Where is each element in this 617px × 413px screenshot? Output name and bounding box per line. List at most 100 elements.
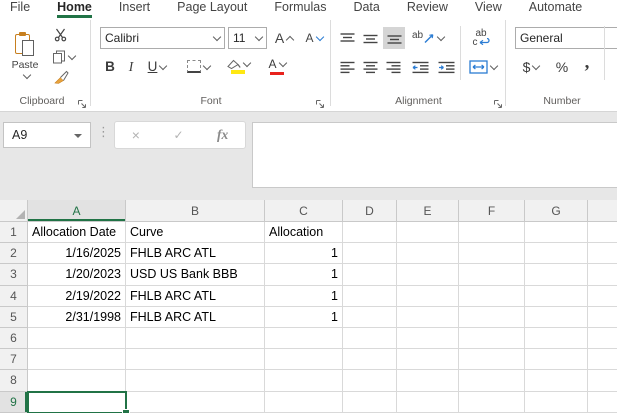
cell[interactable] xyxy=(397,349,459,371)
cell[interactable] xyxy=(588,222,617,244)
cell[interactable] xyxy=(343,391,397,413)
column-header-A[interactable]: A xyxy=(28,200,126,222)
enter-icon[interactable]: ✓ xyxy=(173,128,183,142)
cell[interactable] xyxy=(459,222,525,244)
cell-A5[interactable]: 2/31/1998 xyxy=(28,306,126,328)
accounting-format-button[interactable]: $ xyxy=(516,56,546,78)
cell[interactable] xyxy=(343,370,397,392)
cell[interactable] xyxy=(525,264,588,286)
column-header-E[interactable]: E xyxy=(397,200,459,222)
cell[interactable] xyxy=(588,328,617,350)
decrease-indent-button[interactable] xyxy=(409,56,432,78)
font-color-button[interactable]: A xyxy=(261,54,293,78)
cell[interactable] xyxy=(343,328,397,350)
align-bottom-button[interactable] xyxy=(383,27,405,49)
cell[interactable] xyxy=(525,285,588,307)
cell[interactable] xyxy=(397,328,459,350)
tab-automate[interactable]: Automate xyxy=(529,0,583,18)
column-header-C[interactable]: C xyxy=(265,200,343,222)
cell[interactable] xyxy=(588,349,617,371)
cell[interactable] xyxy=(588,391,617,413)
tab-home[interactable]: Home xyxy=(57,0,92,18)
tab-insert[interactable]: Insert xyxy=(119,0,150,18)
cell[interactable] xyxy=(397,222,459,244)
row-header-2[interactable]: 2 xyxy=(0,243,28,265)
copy-button[interactable] xyxy=(46,48,80,66)
row-header-1[interactable]: 1 xyxy=(0,222,28,244)
cell-B3[interactable]: USD US Bank BBB xyxy=(126,264,265,286)
cell[interactable] xyxy=(525,243,588,265)
cell[interactable] xyxy=(459,306,525,328)
cell-B4[interactable]: FHLB ARC ATL xyxy=(126,285,265,307)
cell[interactable] xyxy=(28,349,126,371)
format-painter-button[interactable] xyxy=(48,68,74,86)
cell[interactable] xyxy=(459,264,525,286)
borders-button[interactable] xyxy=(182,56,214,77)
cell-A3[interactable]: 1/20/2023 xyxy=(28,264,126,286)
font-name-combo[interactable]: Calibri xyxy=(100,27,225,49)
cell[interactable] xyxy=(459,243,525,265)
fill-color-button[interactable] xyxy=(222,54,254,78)
row-header-8[interactable]: 8 xyxy=(0,370,28,392)
cell[interactable] xyxy=(525,349,588,371)
cell[interactable] xyxy=(459,370,525,392)
cell-A2[interactable]: 1/16/2025 xyxy=(28,243,126,265)
percent-style-button[interactable]: % xyxy=(551,56,573,78)
cell-C1[interactable]: Allocation xyxy=(265,222,343,244)
column-header-G[interactable]: G xyxy=(525,200,588,222)
cell-C5[interactable]: 1 xyxy=(265,306,343,328)
number-format-combo[interactable]: General xyxy=(515,27,617,49)
font-dialog-launcher[interactable] xyxy=(315,96,325,108)
cell[interactable] xyxy=(588,264,617,286)
tab-formulas[interactable]: Formulas xyxy=(274,0,326,18)
cell-C4[interactable]: 1 xyxy=(265,285,343,307)
cell-B1[interactable]: Curve xyxy=(126,222,265,244)
cell[interactable] xyxy=(126,370,265,392)
cell-A1[interactable]: Allocation Date xyxy=(28,222,126,244)
cell[interactable] xyxy=(265,370,343,392)
font-size-combo[interactable]: 11 xyxy=(228,27,267,49)
underline-button[interactable]: U xyxy=(142,56,172,77)
cell[interactable] xyxy=(525,306,588,328)
cell[interactable] xyxy=(397,264,459,286)
tab-review[interactable]: Review xyxy=(407,0,448,18)
paste-button[interactable]: Paste xyxy=(6,24,44,88)
increase-indent-button[interactable] xyxy=(435,56,458,78)
cell-C2[interactable]: 1 xyxy=(265,243,343,265)
formula-bar-drag-handle[interactable]: ⋮ xyxy=(97,125,110,140)
tab-view[interactable]: View xyxy=(475,0,502,18)
cell[interactable] xyxy=(343,306,397,328)
cell[interactable] xyxy=(588,370,617,392)
column-header-partial[interactable] xyxy=(588,200,617,222)
bold-button[interactable]: B xyxy=(101,56,119,77)
cell[interactable] xyxy=(343,243,397,265)
cell[interactable] xyxy=(459,349,525,371)
align-top-button[interactable] xyxy=(337,27,358,49)
comma-style-button[interactable]: , xyxy=(578,52,596,74)
row-header-4[interactable]: 4 xyxy=(0,285,28,307)
active-cell-selection[interactable] xyxy=(27,390,127,413)
cell[interactable] xyxy=(343,285,397,307)
cell[interactable] xyxy=(343,349,397,371)
cell[interactable] xyxy=(397,285,459,307)
align-left-button[interactable] xyxy=(337,56,358,78)
italic-button[interactable]: I xyxy=(123,56,139,77)
increase-font-size-button[interactable]: A xyxy=(271,28,297,48)
cell[interactable] xyxy=(265,349,343,371)
cell[interactable] xyxy=(525,328,588,350)
cell[interactable] xyxy=(459,285,525,307)
cell-A4[interactable]: 2/19/2022 xyxy=(28,285,126,307)
align-center-button[interactable] xyxy=(360,56,381,78)
cell[interactable] xyxy=(397,370,459,392)
align-middle-button[interactable] xyxy=(360,27,381,49)
cell[interactable] xyxy=(397,243,459,265)
cell[interactable] xyxy=(343,222,397,244)
column-header-D[interactable]: D xyxy=(343,200,397,222)
row-header-5[interactable]: 5 xyxy=(0,306,28,328)
cell[interactable] xyxy=(397,391,459,413)
cell-B2[interactable]: FHLB ARC ATL xyxy=(126,243,265,265)
select-all-corner[interactable] xyxy=(0,200,28,222)
column-header-B[interactable]: B xyxy=(126,200,265,222)
cell[interactable] xyxy=(126,349,265,371)
decrease-font-size-button[interactable]: A xyxy=(301,28,327,48)
